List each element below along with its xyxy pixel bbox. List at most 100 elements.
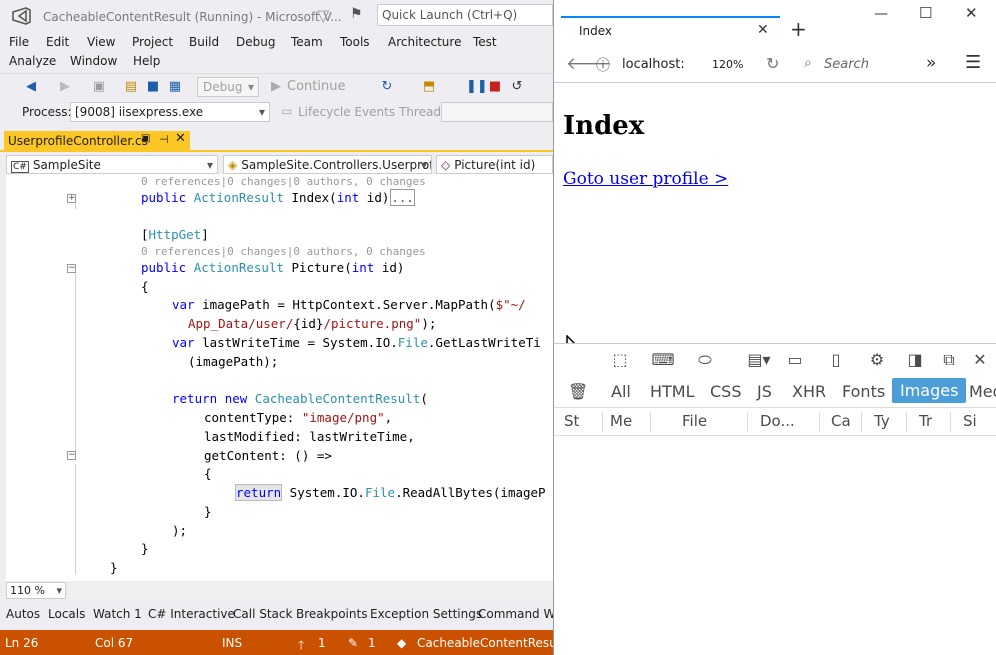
code-line-picture[interactable]: public ActionResult Picture(int id) — [141, 260, 404, 279]
menu-debug[interactable]: Debug — [236, 35, 275, 49]
overflow-chevron-icon[interactable]: » — [926, 53, 936, 73]
solution-config-combo[interactable]: Debug ▾ — [197, 77, 259, 97]
project-combo[interactable]: C# SampleSite ▾ — [6, 155, 218, 174]
code-line[interactable]: var lastWriteTime = System.IO.File.GetLa… — [172, 335, 541, 354]
code-line[interactable]: } — [110, 560, 118, 579]
search-input[interactable]: Search — [824, 57, 869, 72]
filter-media[interactable]: Med — [969, 382, 996, 401]
code-line[interactable]: { — [141, 279, 149, 298]
filter-xhr[interactable]: XHR — [792, 382, 826, 401]
code-line-attribute[interactable]: [HttpGet] — [141, 227, 209, 246]
col-status[interactable]: St — [564, 412, 579, 430]
menu-view[interactable]: View — [87, 35, 115, 49]
col-cause[interactable]: Ca — [831, 412, 851, 430]
back-navigate-icon[interactable]: ◀ — [22, 78, 40, 96]
info-icon[interactable]: ⓘ — [596, 55, 610, 75]
quick-launch-input[interactable]: Quick Launch (Ctrl+Q) — [377, 4, 553, 26]
menu-architecture[interactable]: Architecture — [388, 35, 461, 49]
menu-team[interactable]: Team — [291, 35, 323, 49]
tab-autos[interactable]: Autos — [6, 607, 40, 621]
tab-watch-1[interactable]: Watch 1 — [93, 607, 142, 621]
horizontal-scrollbar[interactable] — [70, 582, 553, 599]
code-line[interactable]: App_Data/user/{id}/picture.png"); — [188, 316, 436, 335]
editor-zoom-combo[interactable]: 110 % ▾ — [6, 582, 66, 599]
menu-file[interactable]: File — [9, 35, 29, 49]
tab-close-icon[interactable]: ✕ — [757, 22, 769, 38]
dock-side-icon[interactable]: ◨ — [903, 350, 927, 369]
save-icon[interactable]: ■ — [144, 78, 162, 96]
git-repo-icon[interactable]: ◆ — [397, 636, 406, 650]
stop-icon[interactable]: ■ — [488, 78, 502, 96]
window-close-icon[interactable]: ✕ — [965, 4, 978, 22]
tab-breakpoints[interactable]: Breakpoints — [296, 607, 367, 621]
notifications-flag-icon[interactable]: ⚑ — [350, 6, 363, 22]
lifecycle-events-dropdown[interactable]: Lifecycle Events — [298, 105, 395, 119]
filter-images[interactable]: Images — [892, 378, 967, 403]
hamburger-menu-icon[interactable]: ☰ — [965, 52, 981, 73]
menu-help[interactable]: Help — [133, 54, 160, 68]
code-line-current[interactable]: return System.IO.File.ReadAllBytes(image… — [235, 484, 546, 504]
pencil-icon[interactable]: ✎ — [348, 636, 358, 650]
pin-icon[interactable]: ⊣ — [159, 133, 169, 146]
new-project-icon[interactable]: ▣ — [90, 78, 108, 96]
layout-icon[interactable]: ▤▾ — [742, 350, 776, 369]
menu-project[interactable]: Project — [132, 35, 173, 49]
devtools-close-icon[interactable]: ✕ — [968, 350, 992, 369]
collapse-icon[interactable]: − — [67, 264, 76, 273]
tab-command-window[interactable]: Command Wi — [478, 607, 553, 621]
expand-icon[interactable]: + — [67, 194, 76, 203]
code-line[interactable]: ); — [172, 523, 187, 542]
pick-element-icon[interactable]: ⬚ — [608, 350, 632, 369]
col-method[interactable]: Me — [610, 412, 632, 430]
tab-call-stack[interactable]: Call Stack — [233, 607, 292, 621]
zoom-indicator[interactable]: 120% — [712, 58, 743, 71]
menu-window[interactable]: Window — [70, 54, 117, 68]
settings-gear-icon[interactable]: ⚙ — [865, 350, 889, 369]
code-editor[interactable]: 0 references|0 changes|0 authors, 0 chan… — [6, 174, 553, 581]
class-combo[interactable]: ◈ SampleSite.Controllers.Userprofile ▾ — [223, 155, 432, 174]
browser-link-icon[interactable]: ⬒ — [420, 78, 438, 96]
process-combo[interactable]: [9008] iisexpress.exe ▾ — [70, 102, 270, 122]
menu-analyze[interactable]: Analyze — [9, 54, 56, 68]
col-size[interactable]: Si — [963, 412, 977, 430]
code-line-index[interactable]: public ActionResult Index(int id)... — [141, 189, 415, 209]
menu-build[interactable]: Build — [189, 35, 219, 49]
undock-icon[interactable]: ⧉ — [937, 350, 961, 370]
col-type[interactable]: Ty — [874, 412, 890, 430]
filter-fonts[interactable]: Fonts — [842, 382, 885, 401]
forward-navigate-icon[interactable]: ▶ — [56, 78, 74, 96]
menu-tools[interactable]: Tools — [340, 35, 370, 49]
col-domain[interactable]: Do... — [760, 412, 795, 430]
code-line[interactable]: } — [204, 504, 212, 523]
new-tab-icon[interactable]: + — [790, 17, 807, 41]
tab-csharp-interactive[interactable]: C# Interactive — [148, 607, 235, 621]
url-field[interactable]: localhost: — [622, 57, 685, 72]
scratchpad-icon[interactable]: ▭ — [783, 350, 807, 369]
menu-test[interactable]: Test — [473, 35, 497, 49]
tag-icon[interactable]: ⬭ — [693, 350, 717, 370]
continue-button[interactable]: Continue — [287, 78, 353, 96]
member-combo[interactable]: ◇ Picture(int id) — [436, 155, 553, 174]
col-transferred[interactable]: Tr — [919, 412, 932, 430]
code-line[interactable]: } — [141, 541, 149, 560]
code-line[interactable]: { — [204, 466, 212, 485]
preview-icon[interactable]: ▣ — [141, 133, 150, 144]
reload-icon[interactable]: ↻ — [766, 54, 779, 73]
filter-all[interactable]: All — [611, 382, 631, 401]
collapse-icon[interactable]: − — [67, 451, 76, 460]
goto-user-profile-link[interactable]: Goto user profile > — [563, 169, 728, 189]
thread-combo[interactable] — [441, 102, 553, 122]
code-line[interactable]: (imagePath); — [188, 354, 278, 373]
filter-html[interactable]: HTML — [650, 382, 695, 401]
tab-exception-settings[interactable]: Exception Settings — [370, 607, 482, 621]
refresh-icon[interactable]: ↻ — [378, 78, 396, 96]
col-file[interactable]: File — [682, 412, 707, 430]
code-line[interactable]: getContent: () => — [204, 448, 332, 467]
code-line[interactable]: lastModified: lastWriteTime, — [204, 429, 415, 448]
pause-icon[interactable]: ❚❚ — [466, 78, 488, 96]
console-icon[interactable]: ⌨ — [651, 350, 675, 369]
restart-icon[interactable]: ↺ — [509, 78, 525, 96]
arrow-up-icon[interactable]: 🡑 — [298, 636, 304, 655]
minimize-icon[interactable]: — — [874, 6, 888, 22]
browser-tab-index[interactable]: Index ✕ — [561, 16, 780, 45]
